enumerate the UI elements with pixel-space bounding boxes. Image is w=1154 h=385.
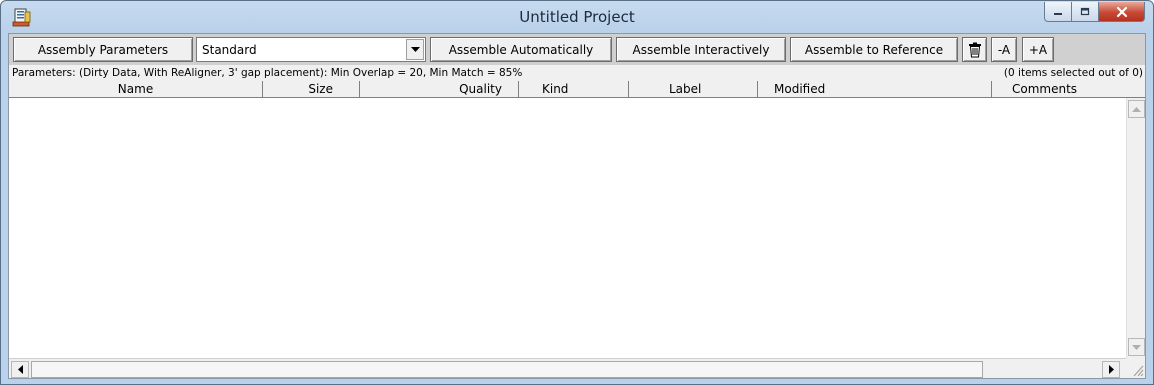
parameter-preset-dropdown[interactable]: Standard <box>196 37 426 62</box>
window-title: Untitled Project <box>519 8 635 26</box>
horizontal-scroll-thumb[interactable] <box>31 361 983 378</box>
horizontal-scrollbar[interactable] <box>9 358 1126 378</box>
column-header-size[interactable]: Size <box>263 81 360 98</box>
close-button[interactable] <box>1099 2 1145 22</box>
project-window: Untitled Project Assembly Parameters Sta… <box>0 0 1154 385</box>
chevron-down-icon[interactable] <box>406 39 424 60</box>
column-header-label[interactable]: Label <box>629 81 758 98</box>
column-header: Name Size Quality Kind Label Modified Co… <box>9 81 1145 98</box>
scroll-down-button[interactable] <box>1128 338 1145 356</box>
delete-button[interactable] <box>962 37 987 62</box>
parameters-summary: Parameters: (Dirty Data, With ReAligner,… <box>12 67 523 79</box>
vertical-scrollbar[interactable] <box>1126 98 1145 358</box>
column-header-name[interactable]: Name <box>9 81 263 98</box>
scroll-right-button[interactable] <box>1102 361 1120 378</box>
client-area: Assembly Parameters Standard Assemble Au… <box>8 33 1146 379</box>
resize-grip-icon[interactable] <box>1126 358 1145 378</box>
arrow-right-icon <box>1108 365 1114 374</box>
assembly-parameters-button[interactable]: Assembly Parameters <box>13 37 193 62</box>
selection-count: (0 items selected out of 0) <box>1003 67 1143 79</box>
arrow-up-icon <box>1132 106 1141 112</box>
assemble-automatically-button[interactable]: Assemble Automatically <box>430 37 612 62</box>
arrow-left-icon <box>17 365 23 374</box>
minimize-button[interactable] <box>1044 2 1072 22</box>
assemble-interactively-button[interactable]: Assemble Interactively <box>616 37 786 62</box>
maximize-button[interactable] <box>1072 2 1099 22</box>
caption-buttons <box>1044 2 1145 24</box>
toolbar: Assembly Parameters Standard Assemble Au… <box>9 34 1145 65</box>
column-header-quality[interactable]: Quality <box>360 81 519 98</box>
decrease-font-button[interactable]: -A <box>991 37 1017 62</box>
scroll-left-button[interactable] <box>11 361 29 378</box>
column-header-kind[interactable]: Kind <box>519 81 629 98</box>
preset-value: Standard <box>202 42 257 57</box>
increase-font-button[interactable]: +A <box>1022 37 1054 62</box>
scroll-up-button[interactable] <box>1128 100 1145 118</box>
parameters-status-bar: Parameters: (Dirty Data, With ReAligner,… <box>9 65 1145 81</box>
trash-icon <box>968 42 981 57</box>
assemble-to-reference-button[interactable]: Assemble to Reference <box>790 37 958 62</box>
column-header-modified[interactable]: Modified <box>758 81 992 98</box>
close-icon <box>1116 6 1127 17</box>
column-header-comments[interactable]: Comments <box>992 81 1145 98</box>
arrow-down-icon <box>1132 344 1141 350</box>
file-list[interactable] <box>9 98 1126 358</box>
minimize-icon <box>1054 12 1062 15</box>
maximize-icon <box>1080 7 1090 15</box>
